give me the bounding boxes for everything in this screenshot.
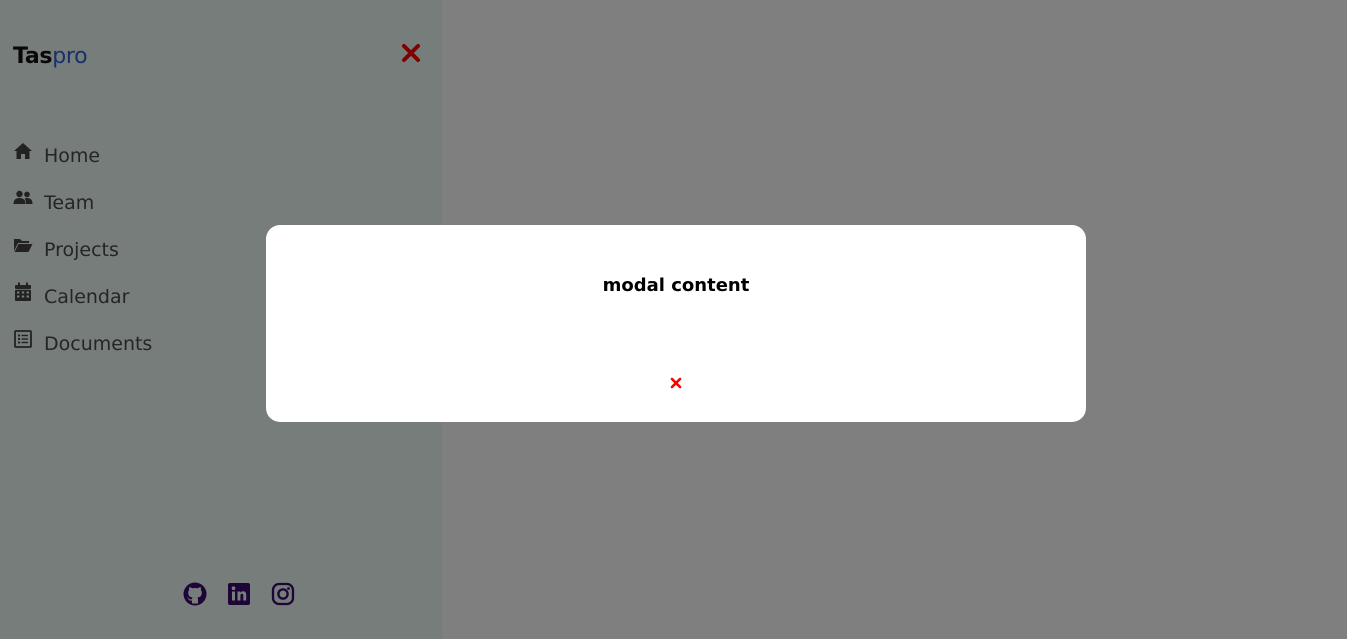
modal-content-text: modal content: [602, 275, 750, 296]
modal-close-button[interactable]: [669, 376, 683, 390]
modal-overlay[interactable]: modal content: [0, 0, 1347, 639]
close-icon: [670, 377, 682, 389]
app-root: Taspro Home: [0, 0, 1347, 639]
modal-dialog: modal content: [266, 225, 1086, 422]
